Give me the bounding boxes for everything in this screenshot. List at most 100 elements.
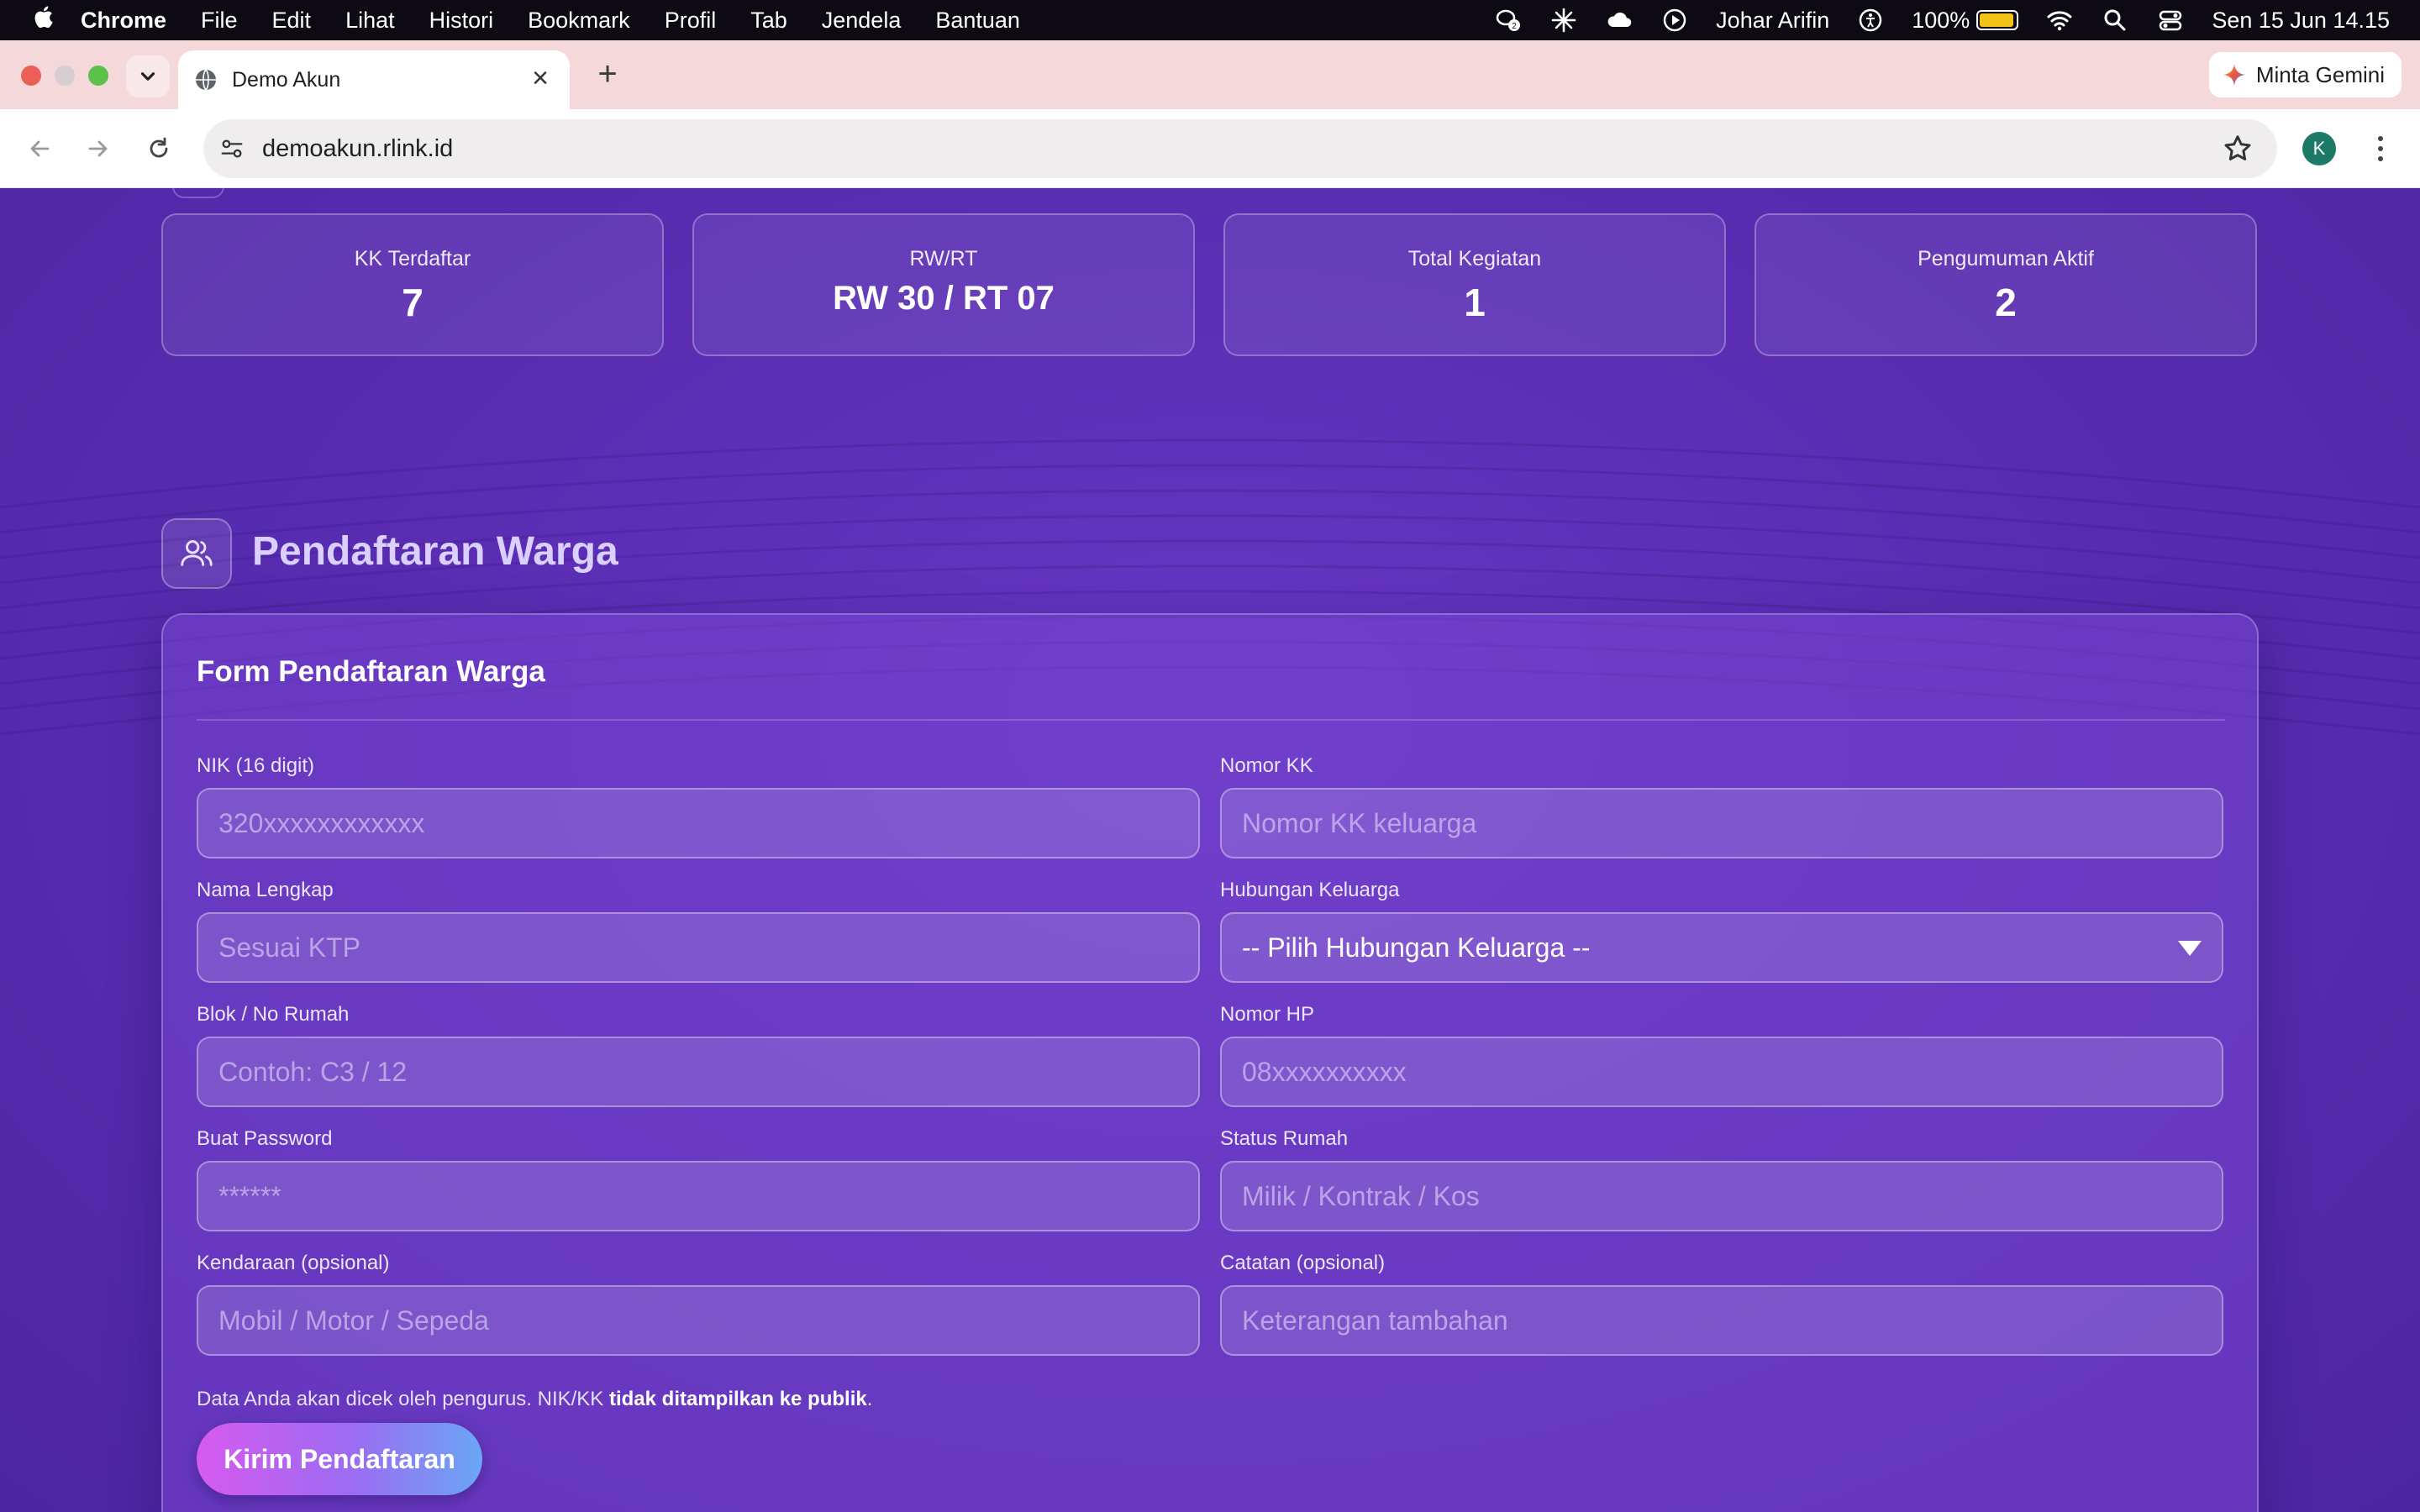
password-field-group: Buat Password: [197, 1127, 1200, 1231]
nama-label: Nama Lengkap: [197, 879, 334, 901]
accessibility-icon[interactable]: [1856, 6, 1885, 34]
users-icon: [161, 518, 232, 589]
form-title: Form Pendaftaran Warga: [197, 655, 545, 688]
gemini-sparkle-icon: [2223, 64, 2245, 86]
stat-label: Total Kegiatan: [1407, 247, 1542, 270]
reload-button[interactable]: [138, 128, 180, 170]
menu-app-name[interactable]: Chrome: [81, 8, 166, 34]
status-rumah-input[interactable]: [1220, 1161, 2223, 1231]
stat-value: RW 30 / RT 07: [833, 280, 1055, 317]
wechat-icon[interactable]: 2: [1494, 6, 1523, 34]
registration-form-card: Form Pendaftaran Warga NIK (16 digit) No…: [161, 613, 2259, 1512]
status-rumah-field-group: Status Rumah: [1220, 1127, 2223, 1231]
nama-field-group: Nama Lengkap: [197, 879, 1200, 983]
browser-toolbar: demoakun.rlink.id K: [0, 109, 2420, 188]
url-text[interactable]: demoakun.rlink.id: [262, 135, 453, 163]
form-divider: [197, 719, 2225, 721]
macos-menu-bar: Chrome File Edit Lihat Histori Bookmark …: [0, 0, 2420, 40]
window-close-button[interactable]: [21, 66, 41, 86]
privacy-note-text: Data Anda akan dicek oleh pengurus. NIK/…: [197, 1388, 609, 1410]
menu-bantuan[interactable]: Bantuan: [935, 8, 1020, 34]
catatan-field-group: Catatan (opsional): [1220, 1252, 2223, 1356]
dropdown-caret-icon: [2178, 941, 2202, 956]
menu-jendela[interactable]: Jendela: [822, 8, 902, 34]
catatan-input[interactable]: [1220, 1285, 2223, 1356]
wifi-icon[interactable]: [2045, 6, 2074, 34]
menu-clock[interactable]: Sen 15 Jun 14.15: [2212, 8, 2390, 34]
tab-title: Demo Akun: [232, 67, 341, 92]
privacy-note-bold: tidak ditampilkan ke publik: [608, 1388, 867, 1410]
hubungan-keluarga-select[interactable]: -- Pilih Hubungan Keluarga --: [1220, 912, 2223, 983]
hubungan-selected-value: -- Pilih Hubungan Keluarga --: [1242, 932, 1591, 963]
chrome-menu-icon[interactable]: [2368, 129, 2393, 168]
nik-input[interactable]: [197, 788, 1200, 858]
control-center-icon[interactable]: [2156, 6, 2185, 34]
nomor-kk-label: Nomor KK: [1220, 754, 1313, 777]
blok-label: Blok / No Rumah: [197, 1003, 350, 1026]
sparkle-icon[interactable]: [1549, 6, 1578, 34]
gemini-button[interactable]: Minta Gemini: [2208, 52, 2402, 97]
globe-icon: [196, 69, 216, 91]
stat-label: Pengumuman Aktif: [1918, 247, 2094, 270]
play-circle-icon[interactable]: [1660, 6, 1689, 34]
kirim-pendaftaran-button[interactable]: Kirim Pendaftaran: [197, 1423, 482, 1495]
gemini-label: Minta Gemini: [2255, 61, 2385, 87]
back-button[interactable]: [18, 128, 60, 170]
menu-tab[interactable]: Tab: [750, 8, 787, 34]
nik-label: NIK (16 digit): [197, 754, 315, 777]
nik-field-group: NIK (16 digit): [197, 754, 1200, 858]
nomor-kk-field-group: Nomor KK: [1220, 754, 2223, 858]
stat-card-total-kegiatan: Total Kegiatan 1: [1223, 213, 1726, 356]
nama-lengkap-input[interactable]: [197, 912, 1200, 983]
menu-histori[interactable]: Histori: [429, 8, 494, 34]
window-minimize-button[interactable]: [55, 66, 75, 86]
tab-search-button[interactable]: [126, 55, 170, 97]
menu-profil[interactable]: Profil: [665, 8, 717, 34]
stat-value: 2: [1995, 281, 2017, 324]
menu-bookmark[interactable]: Bookmark: [528, 8, 630, 34]
stat-card-pengumuman-aktif: Pengumuman Aktif 2: [1754, 213, 2257, 356]
blok-field-group: Blok / No Rumah: [197, 1003, 1200, 1107]
header-card-edge: [172, 188, 224, 198]
battery-indicator[interactable]: 100%: [1912, 7, 2019, 34]
blok-rumah-input[interactable]: [197, 1037, 1200, 1107]
kendaraan-input[interactable]: [197, 1285, 1200, 1356]
hubungan-label: Hubungan Keluarga: [1220, 879, 1400, 901]
stat-card-kk-terdaftar: KK Terdaftar 7: [161, 213, 664, 356]
menu-bar-status-area: 2 Johar Arifin 100% Sen 15 Jun 14.15: [1494, 0, 2390, 40]
stat-label: RW/RT: [909, 247, 978, 270]
new-tab-button[interactable]: +: [588, 55, 627, 94]
status-rumah-label: Status Rumah: [1220, 1127, 1349, 1150]
menu-user-name[interactable]: Johar Arifin: [1716, 8, 1829, 34]
menu-file[interactable]: File: [201, 8, 238, 34]
address-bar[interactable]: demoakun.rlink.id: [203, 119, 2277, 178]
forward-button[interactable]: [77, 128, 119, 170]
menu-lihat[interactable]: Lihat: [345, 8, 395, 34]
battery-percent: 100%: [1912, 7, 1970, 33]
nomor-hp-input[interactable]: [1220, 1037, 2223, 1107]
nomor-hp-label: Nomor HP: [1220, 1003, 1315, 1026]
site-settings-icon[interactable]: [217, 134, 247, 164]
section-title: Pendaftaran Warga: [252, 529, 618, 574]
reload-icon: [150, 137, 168, 158]
wechat-badge: 2: [1512, 22, 1517, 31]
privacy-note: Data Anda akan dicek oleh pengurus. NIK/…: [197, 1388, 872, 1411]
nomor-hp-field-group: Nomor HP: [1220, 1003, 2223, 1107]
tab-close-icon[interactable]: ×: [528, 64, 553, 94]
hubungan-field-group: Hubungan Keluarga -- Pilih Hubungan Kelu…: [1220, 879, 2223, 983]
spotlight-search-icon[interactable]: [2101, 6, 2129, 34]
stat-card-rw-rt: RW/RT RW 30 / RT 07: [692, 213, 1195, 356]
cloud-icon[interactable]: [1605, 6, 1634, 34]
catatan-label: Catatan (opsional): [1220, 1252, 1386, 1274]
password-label: Buat Password: [197, 1127, 333, 1150]
nomor-kk-input[interactable]: [1220, 788, 2223, 858]
page-content: KK Terdaftar 7 RW/RT RW 30 / RT 07 Total…: [0, 188, 2420, 1512]
tab-demo-akun[interactable]: Demo Akun ×: [178, 50, 570, 109]
bookmark-star-icon[interactable]: [2222, 133, 2254, 165]
stat-label: KK Terdaftar: [354, 247, 471, 270]
profile-avatar[interactable]: K: [2302, 132, 2336, 165]
apple-menu-icon[interactable]: [32, 4, 53, 36]
window-zoom-button[interactable]: [88, 66, 108, 86]
password-input[interactable]: [197, 1161, 1200, 1231]
menu-edit[interactable]: Edit: [272, 8, 312, 34]
